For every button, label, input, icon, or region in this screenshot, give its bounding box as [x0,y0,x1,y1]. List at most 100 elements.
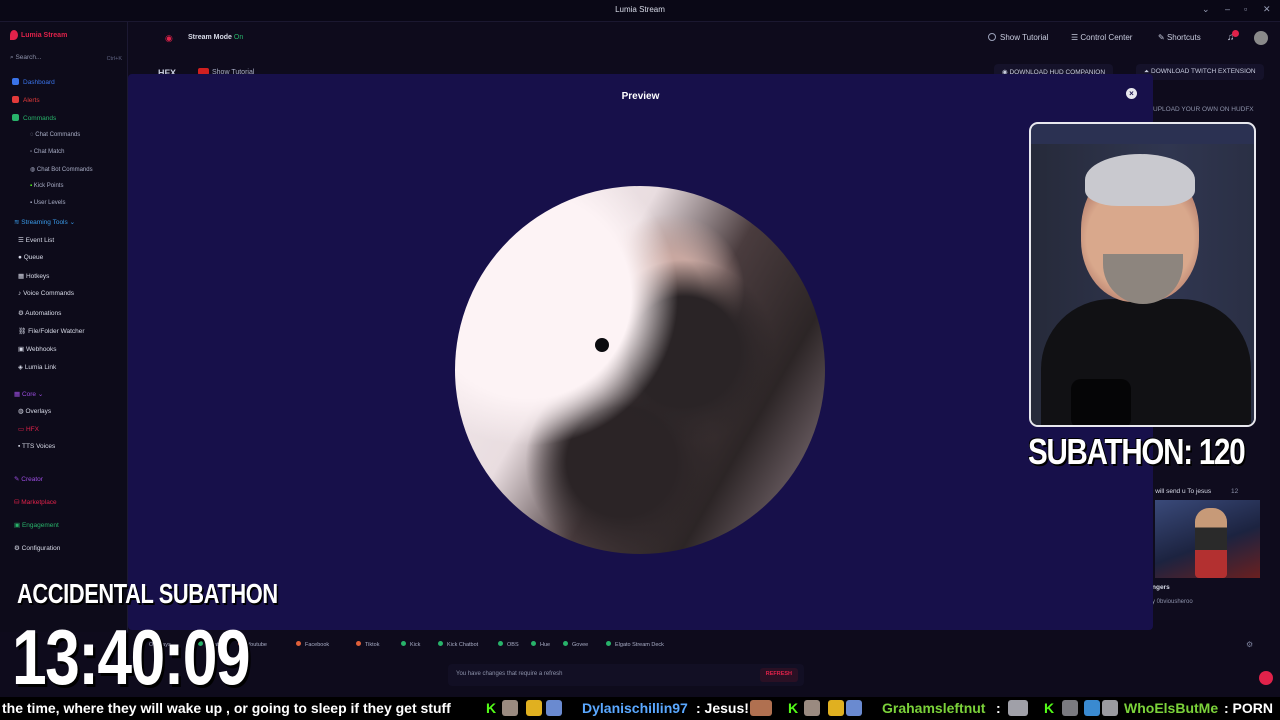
sidebar-item-tts-voices[interactable]: ▪ TTS Voices [18,443,55,450]
ticker-username: WhoElsButMe [1124,700,1219,716]
download-twitch-button[interactable]: ⏶ DOWNLOAD TWITCH EXTENSION [1136,64,1264,80]
pin-icon: ✎ [1158,33,1167,42]
sidebar-item-voice-commands[interactable]: ♪ Voice Commands [18,290,74,297]
sidebar-item-hfx[interactable]: ▭ HFX [18,425,39,433]
sidebar-item-chat-match[interactable]: ▫ Chat Match [30,149,64,155]
chat-ticker: the time, where they will wake up , or g… [0,697,1280,720]
sidebar-item-commands[interactable]: Commands [12,114,56,122]
sidebar-item-webhooks[interactable]: ▣ Webhooks [18,345,57,353]
sidebar-section-creator[interactable]: ✎ Creator [14,475,43,483]
upload-hudfx-link[interactable]: UPLOAD YOUR OWN ON HUDFX [1153,106,1254,113]
window-title: Lumia Stream [615,5,665,14]
subathon-counter: SUBATHON: 120 [1028,431,1246,472]
status-dot-icon [401,641,406,646]
refresh-notice: You have changes that require a refresh … [448,664,804,686]
sidebar-item-overlays[interactable]: ◍ Overlays [18,407,51,415]
sidebar-section-configuration[interactable]: ⚙ Configuration [14,544,60,552]
shortcuts-button[interactable]: ✎ Shortcuts [1158,33,1201,42]
sidebar-item-lumia-link[interactable]: ◈ Lumia Link [18,363,56,371]
sidebar-item-event-list[interactable]: ☰ Event List [18,236,54,244]
status-item[interactable]: Kick Chatbot [438,641,478,648]
brand[interactable]: Lumia Stream [10,30,67,40]
modal-title: Preview [621,91,660,102]
status-item-label: Youtube [247,642,267,648]
crown-icon [828,700,844,716]
status-item-label: Kick [410,642,421,648]
sidebar-item-hotkeys[interactable]: ▦ Hotkeys [18,272,49,280]
gear-icon: ⚙ [14,545,22,552]
close-window-icon[interactable]: ✕ [1263,4,1271,15]
webcam-feed [1029,122,1256,427]
microphone [1071,379,1131,425]
status-dot-icon [606,641,611,646]
hfx-card-title: ngers [1152,584,1170,591]
dropdown-icon[interactable]: ⌄ [1202,4,1210,15]
emote-icon [804,700,820,716]
lumia-logo-icon [10,30,18,40]
status-dot-icon [531,641,536,646]
kick-badge-icon: K [486,700,497,716]
search-shortcut: Ctrl+K [106,56,122,62]
status-item[interactable]: Facebook [296,641,329,648]
sidebar-section-core[interactable]: ▦ Core ⌄ [14,390,43,398]
status-item[interactable]: Tiktok [356,641,379,648]
sidebar-section-streaming-tools[interactable]: ≋ Streaming Tools ⌄ [14,218,75,226]
status-dot-icon [563,641,568,646]
ticker-separator: : [996,700,1001,716]
emote-icon [1008,700,1028,716]
sidebar-item-file-folder-watcher[interactable]: ⛓ File/Folder Watcher [18,327,85,335]
hfx-card-thumbnail[interactable] [1155,500,1260,578]
status-item-label: Tiktok [365,642,380,648]
sidebar-item-queue[interactable]: ● Queue [18,254,43,261]
sliders-icon: ☰ [1071,33,1081,42]
status-item[interactable]: OBS [498,641,519,648]
badge-icon [846,700,862,716]
status-item-label: Hue [540,642,551,648]
ticker-message: : Jesus! [696,700,749,716]
sidebar-item-chat-commands[interactable]: ◌ Chat Commands [30,132,80,138]
status-item-label: Kick Chatbot [447,642,479,648]
list-icon: ☰ [18,237,26,244]
notification-badge [1232,30,1239,37]
status-item[interactable]: Govee [563,641,588,648]
status-item[interactable]: Kick [401,641,420,648]
status-item[interactable]: Elgato Stream Deck [606,641,664,648]
subathon-timer: 13:40:09 [12,613,251,701]
control-center-button[interactable]: ☰ Control Center [1071,33,1132,42]
chat-bubble-icon[interactable] [1259,671,1273,685]
webhook-icon: ▣ [18,346,26,353]
close-icon[interactable]: × [1126,88,1137,99]
status-dot-icon [296,641,301,646]
status-dot-icon [356,641,361,646]
sidebar-item-alerts[interactable]: Alerts [12,96,40,104]
keyboard-icon: ▦ [18,273,26,280]
maximize-icon[interactable]: ▫ [1244,4,1247,14]
sidebar-item-chat-bot-commands[interactable]: ◍ Chat Bot Commands [30,166,93,173]
minimize-icon[interactable]: – [1225,4,1230,14]
sidebar-item-kick-points[interactable]: ▪ Kick Points [30,183,63,189]
sidebar-section-marketplace[interactable]: ⛁ Marketplace [14,498,57,506]
link-icon: ⛓ [18,328,29,335]
refresh-button[interactable]: REFRESH [759,668,798,682]
sidebar-item-dashboard[interactable]: Dashboard [12,78,55,86]
sidebar-item-user-levels[interactable]: ▪ User Levels [30,200,65,206]
hfx-icon: ▭ [18,426,26,433]
sidebar-section-engagement[interactable]: ▣ Engagement [14,521,59,529]
ticker-username: Dylanischillin97 [582,700,688,716]
settings-gear-icon[interactable]: ⚙ [1246,640,1253,649]
preview-media [455,186,825,554]
search-input[interactable]: ⌕ Search... Ctrl+K [10,54,122,68]
sidebar-item-automations[interactable]: ⚙ Automations [18,309,61,317]
emote-icon [1102,700,1118,716]
lumia-link-icon: ◈ [18,364,25,371]
kick-badge-icon: K [1044,700,1055,716]
status-item-label: Elgato Stream Deck [615,642,664,648]
person-figure [1195,508,1227,578]
crown-icon [526,700,542,716]
streamer-hair [1085,154,1195,206]
avatar[interactable] [1254,31,1268,45]
status-item[interactable]: Hue [531,641,550,648]
engagement-icon: ▣ [14,522,22,529]
stream-mode-toggle[interactable]: Stream Mode On [188,34,243,41]
show-tutorial-button[interactable]: Show Tutorial [988,33,1048,42]
